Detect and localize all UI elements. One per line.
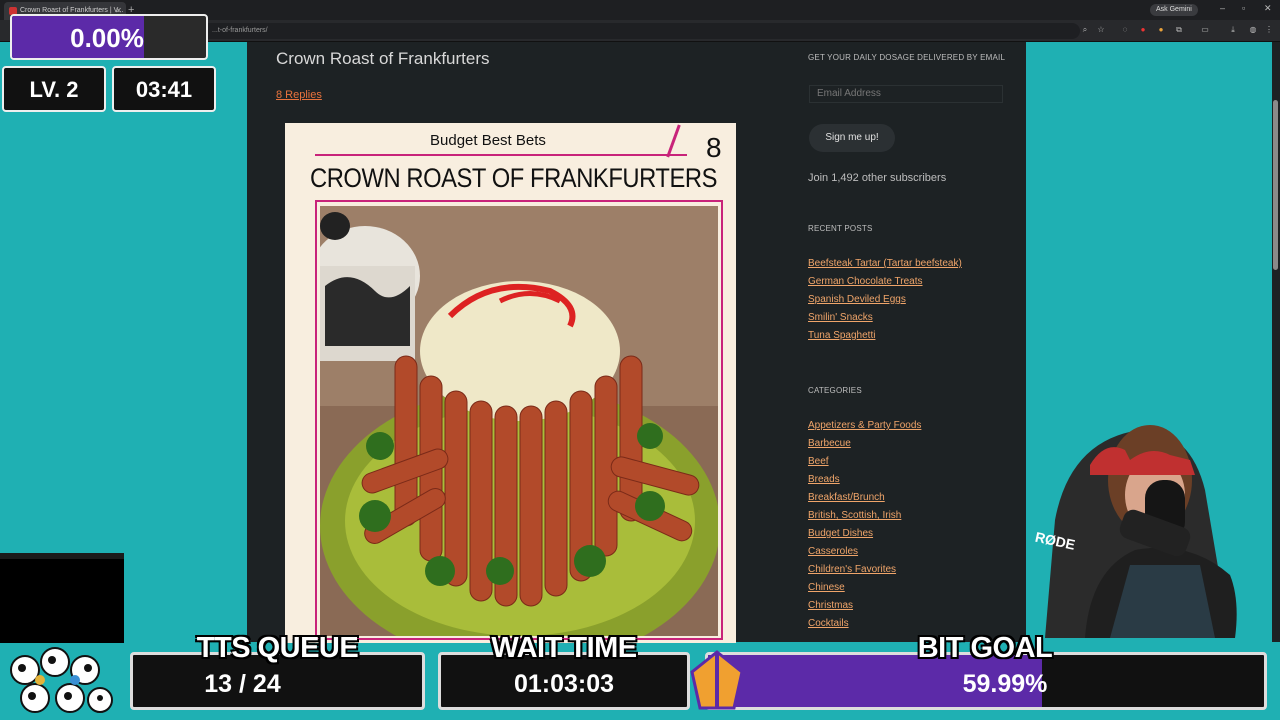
card-series-label: Budget Best Bets	[430, 132, 546, 149]
extension-orange-icon[interactable]: ●	[1156, 25, 1166, 35]
recent-post-link[interactable]: Spanish Deviled Eggs	[808, 294, 906, 305]
bit-goal-label: BIT GOAL	[917, 632, 1053, 664]
tab-title: Crown Roast of Frankfurters | V...	[20, 7, 124, 14]
category-link[interactable]: British, Scottish, Irish	[808, 510, 901, 521]
bit-goal-value: 59.99%	[962, 670, 1048, 698]
category-link[interactable]: Chinese	[808, 582, 845, 593]
replies-link[interactable]: 8 Replies	[276, 89, 322, 101]
tts-queue-label: TTS QUEUE	[196, 632, 359, 664]
category-link[interactable]: Barbecue	[808, 438, 851, 449]
minimize-icon[interactable]: –	[1220, 3, 1225, 13]
webcam-feed: RØDE	[1030, 400, 1280, 638]
timer-badge: 03:41	[112, 66, 216, 112]
ask-gemini-button[interactable]: Ask Gemini	[1150, 4, 1198, 16]
tts-queue-value: 13 / 24	[204, 670, 281, 698]
card-title: CROWN ROAST OF FRANKFURTERS	[310, 163, 718, 193]
category-link[interactable]: Budget Dishes	[808, 528, 873, 539]
progress-overlay: 0.00%	[10, 14, 208, 60]
category-link[interactable]: Appetizers & Party Foods	[808, 420, 921, 431]
wait-time-label: WAIT TIME	[491, 632, 637, 664]
recent-post-link[interactable]: Beefsteak Tartar (Tartar beefsteak)	[808, 258, 962, 269]
email-heading: GET YOUR DAILY DOSAGE DELIVERED BY EMAIL	[808, 53, 1006, 62]
scrollbar-thumb[interactable]	[1273, 100, 1278, 270]
category-link[interactable]: Breads	[808, 474, 840, 485]
extension-icon[interactable]: ◌	[1120, 25, 1130, 35]
post-title: Crown Roast of Frankfurters	[276, 49, 490, 68]
stream-screen: Crown Roast of Frankfurters | V... ✕ + A…	[0, 0, 1280, 720]
mascot-avatar	[0, 640, 124, 720]
category-link[interactable]: Beef	[808, 456, 829, 467]
category-link[interactable]: Breakfast/Brunch	[808, 492, 885, 503]
category-link[interactable]: Casseroles	[808, 546, 858, 557]
maximize-icon[interactable]: ▫	[1242, 3, 1245, 13]
wait-time-value: 01:03:03	[513, 670, 615, 698]
card-number: 8	[706, 132, 722, 163]
level-badge: LV. 2	[2, 66, 106, 112]
bookmark-star-icon[interactable]: ☆	[1096, 25, 1106, 35]
download-icon[interactable]: ⤓	[1228, 25, 1238, 35]
extensions-puzzle-icon[interactable]: ⧉	[1174, 25, 1184, 35]
profile-icon[interactable]: ◍	[1248, 25, 1258, 35]
zoom-icon[interactable]: ⌕	[1080, 25, 1090, 35]
email-field[interactable]: Email Address	[809, 85, 1003, 103]
recent-post-link[interactable]: Smilin' Snacks	[808, 312, 873, 323]
bits-gem-icon	[690, 650, 744, 710]
recent-posts-heading: RECENT POSTS	[808, 224, 873, 233]
category-link[interactable]: Christmas	[808, 600, 853, 611]
extension-red-icon[interactable]: ●	[1138, 25, 1148, 35]
category-link[interactable]: Children's Favorites	[808, 564, 896, 575]
frankfurter-crown-photo	[320, 206, 718, 636]
category-link[interactable]: Cocktails	[808, 618, 849, 629]
sidepanel-icon[interactable]: ▭	[1200, 25, 1210, 35]
recent-post-link[interactable]: German Chocolate Treats	[808, 276, 923, 287]
close-window-icon[interactable]: ✕	[1264, 3, 1272, 14]
menu-kebab-icon[interactable]: ⋮	[1264, 25, 1274, 35]
overlay-black-panel	[0, 553, 124, 643]
progress-text: 0.00%	[70, 23, 144, 53]
categories-heading: CATEGORIES	[808, 386, 862, 395]
url-field[interactable]: ...t-of-frankfurters/	[200, 23, 1080, 39]
recent-post-link[interactable]: Tuna Spaghetti	[808, 330, 875, 341]
subscriber-count: Join 1,492 other subscribers	[808, 172, 947, 184]
sign-up-button[interactable]: Sign me up!	[809, 124, 895, 152]
